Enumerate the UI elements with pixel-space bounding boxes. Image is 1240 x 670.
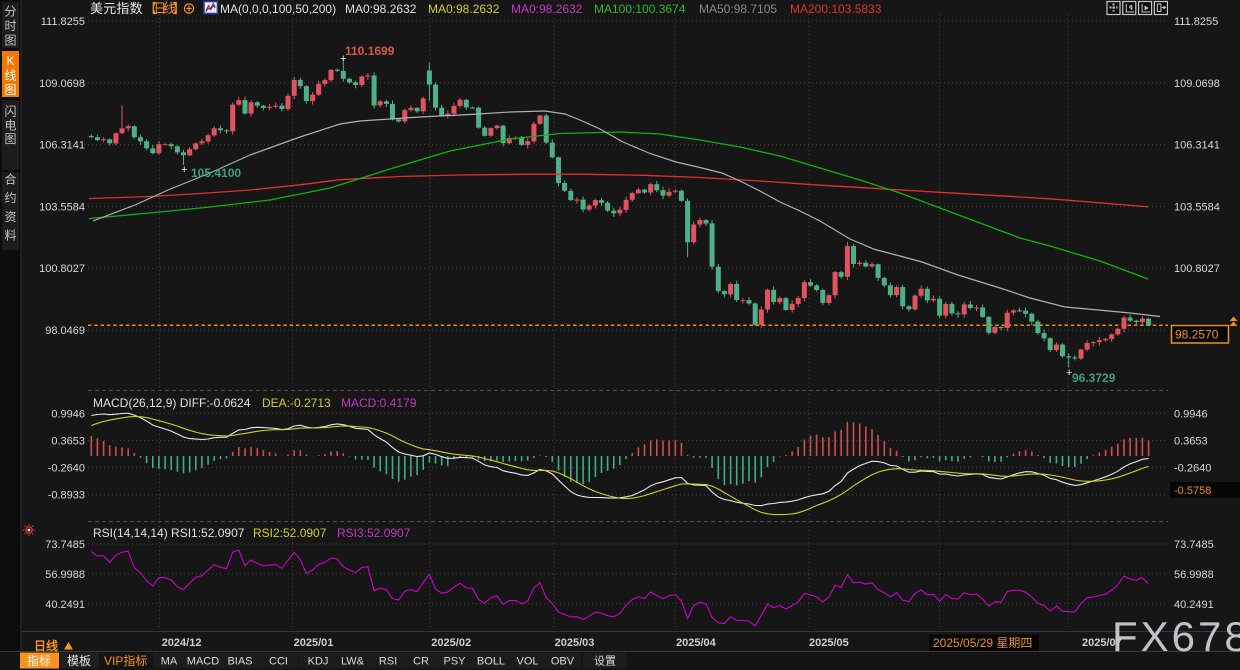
svg-text:MACD(26,12,9) DIFF:-0.0624: MACD(26,12,9) DIFF:-0.0624	[93, 396, 251, 410]
svg-text:闪: 闪	[4, 105, 16, 119]
svg-text:105.4100: 105.4100	[191, 166, 241, 180]
svg-text:MACD:0.4179: MACD:0.4179	[341, 396, 417, 410]
svg-text:+: +	[1066, 367, 1072, 379]
svg-text:MA(0,0,0,100,50,200): MA(0,0,0,100,50,200)	[220, 2, 336, 16]
svg-text:0.9946: 0.9946	[1174, 408, 1208, 420]
svg-text:RSI2:52.0907: RSI2:52.0907	[253, 526, 327, 540]
svg-text:96.3729: 96.3729	[1072, 371, 1116, 385]
svg-text:56.9988: 56.9988	[1174, 569, 1214, 581]
svg-text:VIP指标: VIP指标	[104, 653, 147, 668]
svg-text:-0.2640: -0.2640	[48, 463, 85, 475]
svg-text:图: 图	[4, 83, 16, 97]
svg-text:【日线】: 【日线】	[144, 1, 182, 16]
svg-text:图: 图	[4, 34, 16, 48]
svg-text:BOLL: BOLL	[477, 656, 505, 668]
svg-text:模板: 模板	[67, 654, 91, 668]
svg-text:线: 线	[4, 69, 16, 83]
svg-text:MA50:98.7105: MA50:98.7105	[699, 2, 777, 16]
svg-text:约: 约	[4, 190, 16, 205]
svg-text:103.5584: 103.5584	[1174, 201, 1220, 213]
svg-text:-0.8933: -0.8933	[48, 490, 85, 502]
svg-text:73.7485: 73.7485	[45, 539, 85, 551]
svg-text:料: 料	[4, 229, 16, 243]
svg-text:2024/12: 2024/12	[162, 637, 202, 649]
svg-text:MA0:98.2632: MA0:98.2632	[345, 2, 417, 16]
svg-text:图: 图	[4, 132, 16, 146]
svg-text:RSI3:52.0907: RSI3:52.0907	[337, 526, 411, 540]
svg-text:103.5584: 103.5584	[39, 201, 85, 213]
svg-text:2025/05/29 星期四: 2025/05/29 星期四	[933, 636, 1032, 650]
svg-text:DEA:-0.2713: DEA:-0.2713	[262, 396, 331, 410]
svg-text:98.2570: 98.2570	[1175, 328, 1219, 342]
svg-text:电: 电	[4, 118, 16, 132]
svg-text:RSI: RSI	[379, 656, 397, 668]
svg-text:+: +	[340, 53, 346, 65]
svg-text:110.1699: 110.1699	[345, 44, 395, 58]
svg-text:MACD: MACD	[187, 656, 219, 668]
svg-text:106.3141: 106.3141	[1174, 140, 1220, 152]
svg-text:0.9946: 0.9946	[51, 408, 85, 420]
svg-text:MA100:100.3674: MA100:100.3674	[594, 2, 686, 16]
svg-text:CCI: CCI	[269, 656, 288, 668]
svg-text:0.3653: 0.3653	[1174, 435, 1208, 447]
svg-text:100.8027: 100.8027	[39, 263, 85, 275]
svg-text:-0.2640: -0.2640	[1174, 463, 1211, 475]
svg-text:合: 合	[4, 172, 16, 187]
svg-text:109.0698: 109.0698	[39, 78, 85, 90]
svg-text:美元指数: 美元指数	[90, 1, 143, 16]
svg-text:40.2491: 40.2491	[1174, 599, 1214, 611]
svg-text:+: +	[181, 164, 187, 176]
svg-text:109.0698: 109.0698	[1174, 78, 1220, 90]
svg-text:PSY: PSY	[443, 656, 466, 668]
svg-text:分: 分	[4, 5, 16, 19]
svg-text:BIAS: BIAS	[227, 656, 252, 668]
svg-text:111.8255: 111.8255	[41, 16, 85, 28]
svg-text:40.2491: 40.2491	[45, 599, 85, 611]
svg-text:K: K	[6, 54, 14, 68]
svg-text:MA200:103.5833: MA200:103.5833	[790, 2, 882, 16]
svg-text:2025/01: 2025/01	[294, 637, 334, 649]
svg-text:MA0:98.2632: MA0:98.2632	[511, 2, 583, 16]
svg-text:RSI(14,14,14) RSI1:52.0907: RSI(14,14,14) RSI1:52.0907	[93, 526, 245, 540]
svg-text:MA0:98.2632: MA0:98.2632	[428, 2, 500, 16]
svg-text:100.8027: 100.8027	[1174, 263, 1220, 275]
svg-text:时: 时	[4, 19, 16, 33]
svg-text:98.0469: 98.0469	[45, 325, 85, 337]
svg-text:VOL: VOL	[516, 656, 538, 668]
svg-text:73.7485: 73.7485	[1174, 539, 1214, 551]
svg-text:2025/07: 2025/07	[1082, 637, 1122, 649]
svg-text:0.3653: 0.3653	[51, 435, 85, 447]
svg-text:56.9988: 56.9988	[45, 569, 85, 581]
svg-text:设置: 设置	[594, 655, 616, 668]
svg-text:日线: 日线	[34, 638, 58, 653]
svg-text:OBV: OBV	[551, 656, 575, 668]
svg-text:CR: CR	[413, 656, 429, 668]
svg-text:MA: MA	[161, 656, 178, 668]
svg-text:2025/03: 2025/03	[555, 637, 595, 649]
svg-text:-0.5758: -0.5758	[1174, 485, 1211, 497]
svg-text:106.3141: 106.3141	[39, 140, 85, 152]
svg-text:2025/02: 2025/02	[431, 637, 471, 649]
svg-text:KDJ: KDJ	[308, 656, 329, 668]
svg-text:指标: 指标	[27, 653, 51, 668]
svg-text:资: 资	[4, 210, 16, 224]
svg-text:2025/05: 2025/05	[809, 637, 849, 649]
svg-text:2025/04: 2025/04	[676, 637, 717, 649]
svg-text:LW&: LW&	[341, 656, 365, 668]
svg-text:111.8255: 111.8255	[1174, 16, 1218, 28]
